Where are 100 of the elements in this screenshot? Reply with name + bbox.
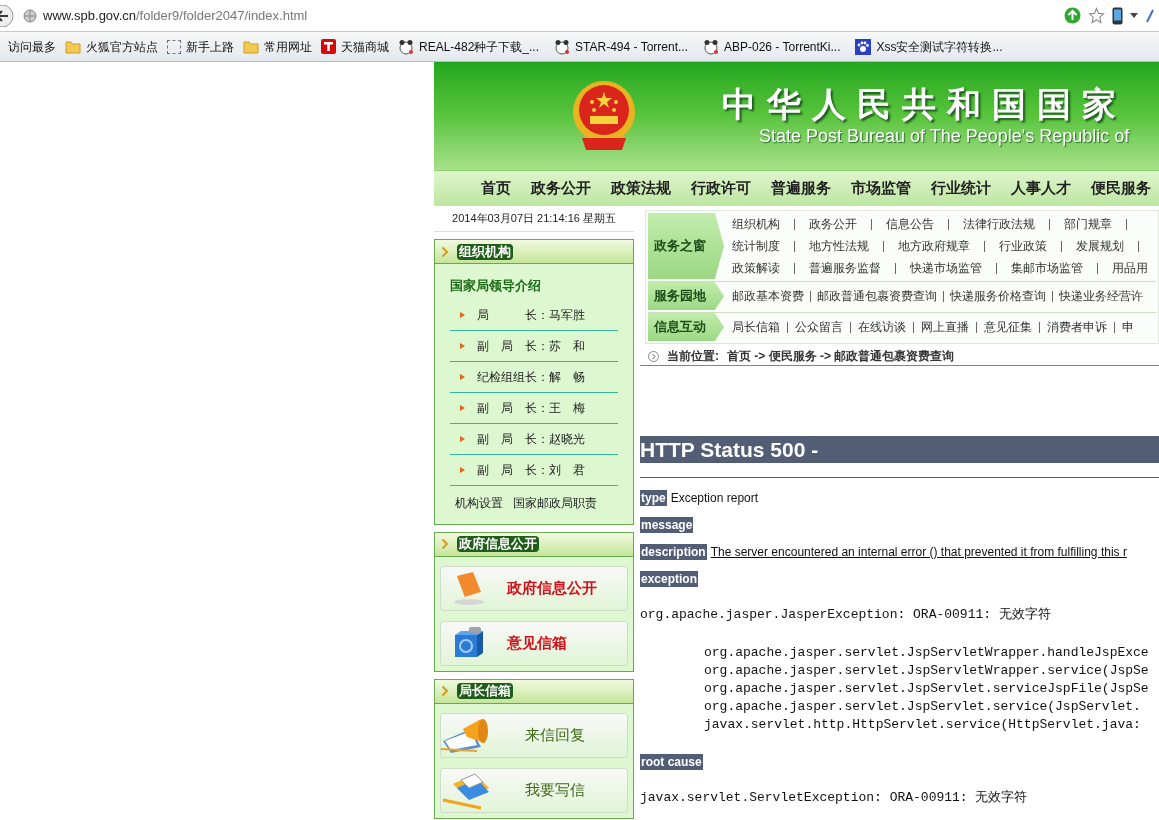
menu-link[interactable]: 普遍服务监督 (809, 259, 881, 277)
menu-link[interactable]: 法律行政法规 (963, 215, 1035, 233)
menu-link[interactable]: 消费者申诉 (1047, 318, 1107, 336)
panel-title: 组织机构 (457, 243, 513, 260)
menu-link[interactable]: 部门规章 (1064, 215, 1112, 233)
menu-link[interactable]: 发展规划 (1076, 237, 1124, 255)
stack-trace-line: org.apache.jasper.servlet.JspServletWrapper.handleJspExce (704, 644, 1150, 662)
menu-link[interactable]: 集邮市场监管 (1011, 259, 1083, 277)
panel-button[interactable]: 意见信箱 (440, 620, 628, 666)
panel-link[interactable]: 国家邮政局职责 (513, 493, 597, 512)
bookmark[interactable]: ABP-026 - TorrentKi... (703, 37, 841, 56)
menu-link[interactable]: 快递市场监管 (910, 259, 982, 277)
bookmark[interactable]: 访问最多 (8, 37, 56, 56)
panel-link[interactable]: 机构设置 (455, 493, 503, 512)
menu-link[interactable]: 快递服务价格查询 (950, 287, 1046, 305)
menu-group-label: 服务园地 (648, 282, 724, 310)
menu-link[interactable]: 行业政策 (999, 237, 1047, 255)
exception-text: javax.servlet.ServletException: ORA-00911: 无效字符 (640, 789, 1029, 807)
menu-link[interactable]: 政务公开 (809, 215, 857, 233)
menu-group-label: 信息互动 (648, 313, 724, 341)
field-label: description (640, 543, 707, 560)
site-subtitle: State Post Bureau of The People's Republic of (759, 125, 1130, 148)
bookmark[interactable]: STAR-494 - Torrent... (554, 37, 688, 56)
stack-trace-line: org.apache.jasper.servlet.JspServlet.serviceJspFile(JspSe (704, 680, 1150, 698)
bookmark[interactable]: REAL-482种子下载_... (398, 37, 540, 56)
leader-link[interactable]: 副 局 长：刘 君 (477, 460, 585, 479)
panel-button[interactable]: 政府信息公开 (440, 565, 628, 611)
menu-link[interactable]: 邮政普通包裹资费查询 (817, 287, 937, 305)
stack-trace-line: org.apache.jasper.servlet.JspServletWrapper.service(JspSe (704, 662, 1150, 680)
nav-link[interactable]: 行业统计 (931, 176, 991, 200)
error-title: HTTP Status 500 - (640, 436, 1159, 463)
chevron-circle-icon (648, 350, 659, 362)
site-icon (554, 38, 571, 55)
bookmark[interactable]: Xss安全测试字符转换... (855, 37, 1003, 56)
bullet-icon (460, 435, 465, 442)
chevron-icon (441, 685, 449, 697)
leader-link[interactable]: 局 长：马军胜 (477, 305, 585, 324)
nav-link[interactable]: 普遍服务 (771, 176, 831, 200)
site-icon (398, 38, 414, 55)
menu-link[interactable]: 申 (1122, 318, 1134, 336)
menu-link[interactable]: 局长信箱 (732, 318, 780, 336)
site-icon (703, 38, 719, 55)
go-icon[interactable] (1064, 7, 1081, 24)
panel-title: 局长信箱 (457, 683, 513, 699)
menu-link[interactable]: 用品用 (1112, 259, 1148, 277)
nav-link[interactable]: 人事人才 (1011, 176, 1071, 200)
nav-link[interactable]: 政策法规 (611, 176, 671, 200)
back-icon[interactable] (0, 4, 14, 27)
bullet-icon (460, 404, 465, 411)
menu-link[interactable]: 邮政基本资费 (732, 287, 804, 305)
nav-link[interactable]: 市场监管 (851, 176, 911, 200)
chevron-icon (441, 245, 449, 258)
bookmark[interactable]: 新手上路 (167, 37, 234, 56)
menu-link[interactable]: 政策解读 (732, 259, 780, 277)
menu-link[interactable]: 公众留言 (795, 318, 843, 336)
breadcrumb: 首页 -> 便民服务 -> 邮政普通包裹资费查询 (727, 348, 955, 365)
breadcrumb-label: 当前位置: (667, 348, 719, 365)
menu-link[interactable]: 快递业务经营许 (1059, 287, 1143, 305)
chevron-icon (441, 538, 449, 550)
menu-link[interactable]: 统计制度 (732, 237, 780, 255)
nav-link[interactable]: 便民服务 (1091, 176, 1151, 200)
nav-link[interactable]: 政务公开 (531, 176, 591, 200)
panel-button[interactable]: 我要写信 (440, 767, 628, 813)
bookmark[interactable]: 天猫商城 (321, 37, 389, 56)
bullet-icon (460, 342, 465, 349)
dropdown-icon[interactable] (1130, 12, 1138, 19)
menu-link[interactable]: 意见征集 (984, 318, 1032, 336)
shop-icon (321, 39, 336, 54)
panel-button[interactable]: 来信回复 (440, 712, 628, 758)
menu-link[interactable]: 网上直播 (921, 318, 969, 336)
description-text: The server encountered an internal error () that prevented it from fulfilling this r (710, 543, 1127, 561)
globe-icon (23, 8, 37, 23)
bookmark[interactable]: 常用网址 (243, 37, 312, 56)
nav-link[interactable]: 首页 (481, 176, 511, 200)
bullet-icon (460, 373, 465, 380)
paw-icon (855, 38, 872, 55)
leader-link[interactable]: 副 局 长：苏 和 (477, 336, 585, 355)
field-label: message (640, 516, 694, 533)
menu-link[interactable]: 地方政府规章 (898, 237, 970, 255)
menu-link[interactable]: 组织机构 (732, 215, 780, 233)
leader-link[interactable]: 副 局 长：王 梅 (477, 398, 585, 417)
menu-link[interactable]: 信息公告 (886, 215, 934, 233)
bookmark[interactable]: 火狐官方站点 (65, 37, 158, 56)
phone-icon[interactable] (1112, 6, 1123, 25)
nav-link[interactable]: 行政许可 (691, 176, 751, 200)
exception-text: org.apache.jasper.JasperException: ORA-00911: 无效字符 (640, 606, 1052, 624)
leader-link[interactable]: 纪检组组长：解 畅 (477, 367, 585, 386)
field-label: type (640, 489, 667, 506)
menu-link[interactable]: 在线访谈 (858, 318, 906, 336)
leader-link[interactable]: 副 局 长：赵晓光 (477, 429, 585, 448)
menu-link[interactable]: 地方性法规 (809, 237, 869, 255)
bullet-icon (460, 466, 465, 473)
stack-trace-line: org.apache.jasper.servlet.JspServlet.service(JspServlet. (704, 698, 1142, 716)
star-icon[interactable] (1088, 7, 1105, 24)
menu-group-label: 政务之窗 (648, 213, 724, 279)
folder-icon (243, 39, 259, 54)
url-field[interactable]: www.spb.gov.cn/folder9/folder2047/index.html (43, 5, 308, 26)
bullet-icon (460, 311, 465, 318)
section-heading: 国家局领导介绍 (450, 277, 542, 295)
site-title: 中华人民共和国国家 (722, 84, 1128, 124)
